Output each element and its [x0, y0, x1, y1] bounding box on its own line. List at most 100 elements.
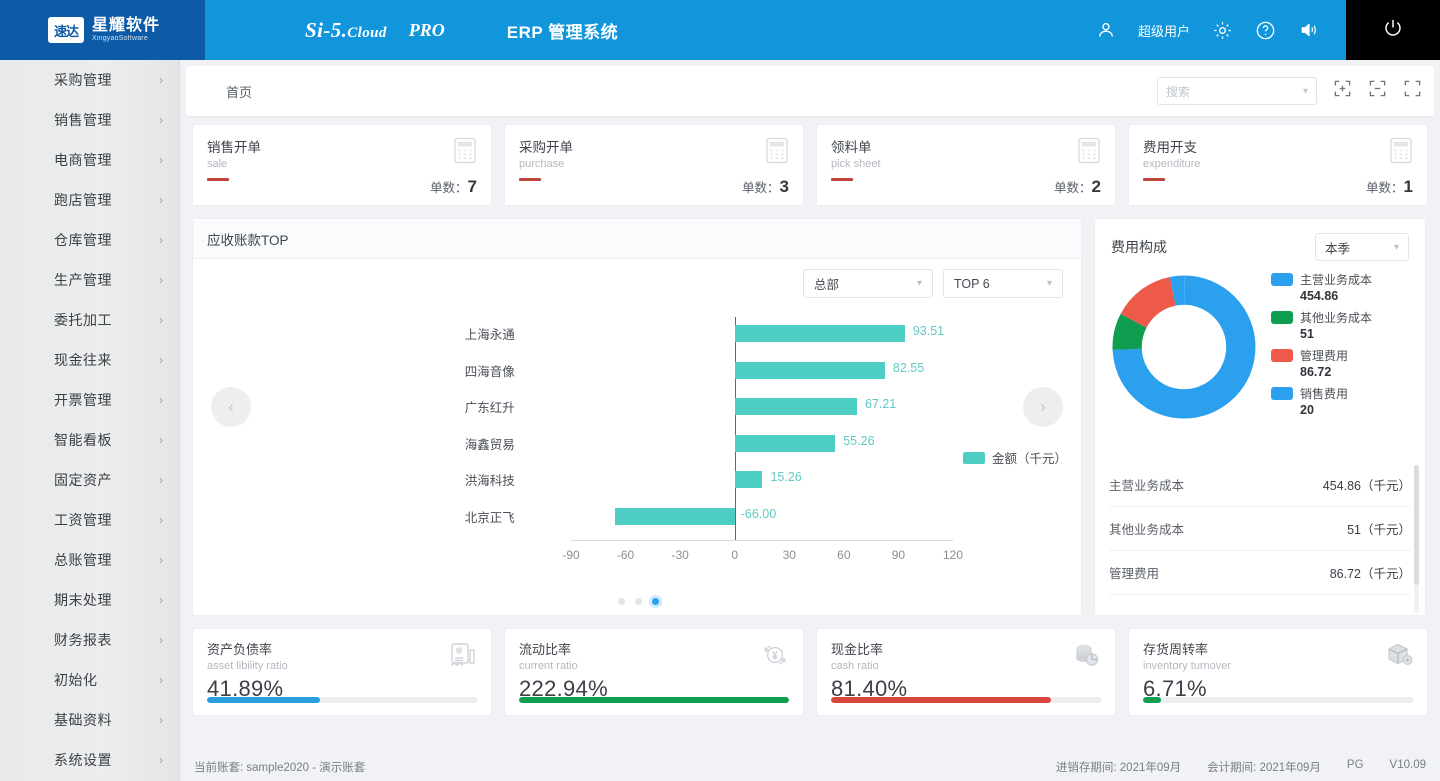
sidebar-item-label: 生产管理: [54, 272, 112, 288]
ratio-card-4[interactable]: 存货周转率 inventory turnover 6.71%: [1128, 628, 1428, 716]
stat-card-1[interactable]: 销售开单 sale 单数：7: [192, 124, 492, 206]
sidebar-item-6[interactable]: 生产管理 ›: [0, 260, 179, 300]
chevron-right-icon: ›: [159, 713, 163, 727]
top-filter-select[interactable]: TOP 6 ▾: [943, 269, 1063, 298]
gear-icon[interactable]: [1212, 20, 1233, 41]
sidebar-item-17[interactable]: 基础资料 ›: [0, 700, 179, 740]
fullscreen-icon[interactable]: [1403, 79, 1422, 103]
sidebar-item-label: 财务报表: [54, 632, 112, 648]
period-value: 本季: [1325, 241, 1351, 256]
sidebar-item-label: 基础资料: [54, 712, 112, 728]
bar-1[interactable]: [734, 325, 905, 342]
bar-5[interactable]: [734, 471, 763, 488]
carousel-dot-2[interactable]: [634, 598, 642, 605]
carousel-dot-1[interactable]: [617, 598, 625, 605]
donut-legend-top: 管理费用: [1271, 347, 1372, 364]
breadcrumb-bar: 首页 搜索 ▾: [186, 66, 1434, 116]
search-input[interactable]: 搜索 ▾: [1157, 77, 1317, 105]
collapse-icon[interactable]: [1368, 79, 1387, 103]
sidebar-item-13[interactable]: 总账管理 ›: [0, 540, 179, 580]
sidebar-item-11[interactable]: 固定资产 ›: [0, 460, 179, 500]
expense-composition-panel: 费用构成 本季 ▾ 主营业务成本 454.86 其他业务成本 51 管理费用 86.72 销…: [1094, 218, 1426, 616]
stat-card-count: 单数：1: [1366, 177, 1413, 197]
carousel-prev-button[interactable]: ‹: [211, 387, 251, 427]
stat-card-count-value: 1: [1403, 177, 1413, 196]
stat-card-4[interactable]: 费用开支 expenditure 单数：1: [1128, 124, 1428, 206]
sidebar-item-9[interactable]: 开票管理 ›: [0, 380, 179, 420]
stat-card-divider: [207, 178, 229, 181]
legend-swatch: [963, 451, 985, 464]
org-filter-select[interactable]: 总部 ▾: [803, 269, 933, 298]
expense-row[interactable]: 管理费用 86.72（千元）: [1109, 551, 1411, 595]
bar-2[interactable]: [734, 361, 885, 379]
expand-plus-icon[interactable]: [1333, 79, 1352, 103]
sidebar-item-10[interactable]: 智能看板 ›: [0, 420, 179, 460]
period-select[interactable]: 本季 ▾: [1315, 233, 1409, 261]
donut-legend-label: 其他业务成本: [1300, 311, 1373, 325]
donut-legend-item-4[interactable]: 销售费用 20: [1271, 385, 1372, 417]
carousel-dot-3[interactable]: [651, 598, 659, 605]
stat-card-count-label: 单数：: [742, 181, 780, 195]
power-button[interactable]: [1346, 0, 1440, 60]
donut-legend-item-1[interactable]: 主营业务成本 454.86: [1271, 271, 1372, 303]
breadcrumb[interactable]: 首页: [226, 82, 252, 101]
sidebar-item-3[interactable]: 电商管理 ›: [0, 140, 179, 180]
sidebar-item-8[interactable]: 现金往来 ›: [0, 340, 179, 380]
help-icon[interactable]: [1255, 20, 1276, 41]
sidebar-item-7[interactable]: 委托加工 ›: [0, 300, 179, 340]
erp-dashboard: 速达 星耀软件 XingyaoSoftware Si-5.Cloud PRO E…: [0, 0, 1440, 781]
sidebar-item-15[interactable]: 财务报表 ›: [0, 620, 179, 660]
bar-3[interactable]: [734, 398, 857, 415]
donut-legend-item-2[interactable]: 其他业务成本 51: [1271, 309, 1372, 341]
current-user-label[interactable]: 超级用户: [1138, 21, 1190, 40]
ratio-progress-fill: [207, 697, 321, 703]
sound-icon[interactable]: [1298, 20, 1320, 40]
user-icon[interactable]: [1096, 20, 1116, 40]
stat-card-row: 销售开单 sale 单数：7 采购开单 purchase 单数：3 领料单 pick shee…: [192, 124, 1428, 206]
expense-row[interactable]: 主营业务成本 454.86（千元）: [1109, 463, 1411, 507]
sidebar-item-label: 固定资产: [54, 472, 112, 488]
ratio-card-3[interactable]: 现金比率 cash ratio 81.40%: [816, 628, 1116, 716]
sidebar-item-16[interactable]: 初始化 ›: [0, 660, 179, 700]
sidebar-item-5[interactable]: 仓库管理 ›: [0, 220, 179, 260]
donut-legend-top: 销售费用: [1271, 385, 1372, 402]
sidebar-item-12[interactable]: 工资管理 ›: [0, 500, 179, 540]
expense-row[interactable]: 其他业务成本 51（千元）: [1109, 507, 1411, 551]
sidebar-item-label: 委托加工: [54, 312, 112, 328]
stat-card-count: 单数：3: [742, 177, 789, 197]
stat-card-title-cn: 采购开单: [519, 140, 573, 155]
sidebar-item-1[interactable]: 采购管理 ›: [0, 60, 179, 100]
system-name: ERP 管理系统: [506, 22, 619, 42]
sidebar-item-label: 初始化: [54, 672, 98, 688]
donut-legend-swatch: [1271, 273, 1293, 286]
sidebar[interactable]: 采购管理 › 销售管理 › 电商管理 › 跑店管理 › 仓库管理 › 生产管理 › 委托加工 › 现金往来 ›…: [0, 60, 180, 781]
bar-4[interactable]: [734, 434, 836, 452]
ratio-card-2[interactable]: 流动比率 current ratio 222.94%: [504, 628, 804, 716]
stat-card-title-en: pick sheet: [831, 158, 881, 170]
sidebar-item-18[interactable]: 系统设置 ›: [0, 740, 179, 780]
carousel-next-button[interactable]: ›: [1023, 387, 1063, 427]
ratio-progress-track: [519, 697, 789, 703]
donut-legend-item-3[interactable]: 管理费用 86.72: [1271, 347, 1372, 379]
chevron-down-icon: ▾: [916, 278, 922, 289]
chart-legend[interactable]: 金额（千元）: [963, 448, 1067, 467]
stat-card-3[interactable]: 领料单 pick sheet 单数：2: [816, 124, 1116, 206]
sidebar-item-2[interactable]: 销售管理 ›: [0, 100, 179, 140]
currency-cycle-icon: [761, 641, 789, 674]
brand-logo[interactable]: 速达 星耀软件 XingyaoSoftware: [0, 0, 205, 60]
bar-category-label: 海鑫贸易: [464, 437, 515, 452]
stat-card-2[interactable]: 采购开单 purchase 单数：3: [504, 124, 804, 206]
sidebar-item-14[interactable]: 期末处理 ›: [0, 580, 179, 620]
expense-list-scrollbar-thumb[interactable]: [1414, 465, 1419, 585]
ratio-card-1[interactable]: 资产负债率 asset libility ratio 41.89%: [192, 628, 492, 716]
chevron-right-icon: ›: [159, 593, 163, 607]
bar-6[interactable]: [614, 507, 735, 525]
expense-donut-chart: [1112, 275, 1256, 419]
sidebar-item-4[interactable]: 跑店管理 ›: [0, 180, 179, 220]
sidebar-item-label: 工资管理: [54, 512, 112, 528]
stat-card-count-value: 3: [779, 177, 789, 196]
current-account-label: 当前账套: sample2020 - 演示账套: [194, 762, 366, 774]
ratio-card-title-cn: 存货周转率: [1143, 642, 1209, 657]
donut-legend-label: 销售费用: [1300, 387, 1349, 401]
bar-chart-plot: 上海永通 93.51 四海音像 82.55 广东红升 67.21 海鑫贸易 55.26 洪海科技…: [193, 311, 1083, 581]
